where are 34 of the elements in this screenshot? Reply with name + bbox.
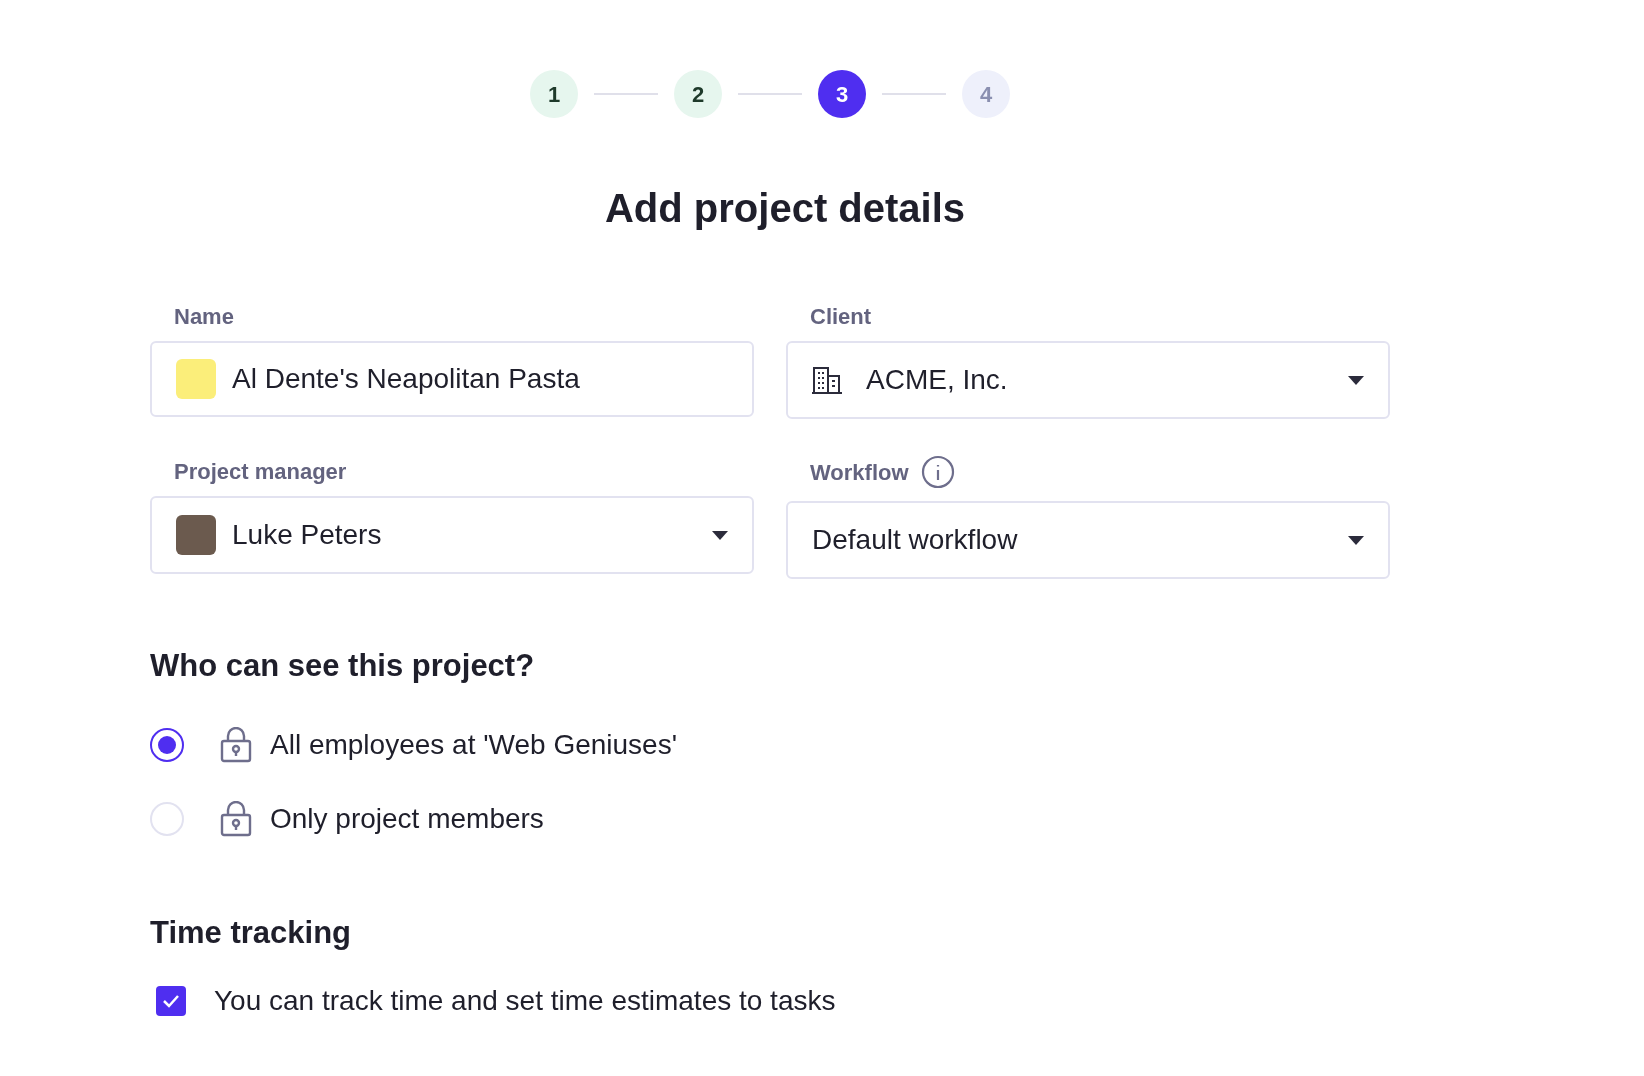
padlock-icon — [220, 800, 252, 837]
field-label: Workflow — [810, 458, 909, 487]
color-swatch[interactable] — [176, 359, 216, 399]
step-indicator: 2 — [674, 70, 722, 118]
checkbox[interactable] — [156, 986, 186, 1016]
dropdown-field[interactable]: Default workflow — [786, 501, 1390, 579]
checkmark-icon — [162, 994, 180, 1008]
info-icon — [920, 455, 955, 489]
field-label: Client — [810, 303, 872, 331]
field-value: Default workflow — [812, 523, 1018, 557]
padlock-icon — [220, 726, 252, 763]
field-value: Luke Peters — [232, 518, 382, 552]
building-icon — [812, 366, 842, 394]
radio-label: All employees at 'Web Geniuses' — [270, 727, 678, 762]
step-indicator: 3 — [818, 70, 866, 118]
field-value: ACME, Inc. — [866, 363, 1008, 397]
radio-label: Only project members — [270, 801, 544, 836]
checkbox-label: You can track time and set time estimates to tasks — [214, 984, 836, 1018]
caret-icon — [1348, 375, 1364, 385]
field-value: Al Dente's Neapolitan Pasta — [232, 362, 580, 396]
field-label: Project manager — [174, 458, 347, 486]
radio-button[interactable] — [150, 727, 184, 762]
caret-icon — [1348, 535, 1364, 545]
dropdown-field[interactable]: ACME, Inc. — [786, 341, 1390, 419]
field-label: Name — [174, 303, 234, 331]
name-input-field[interactable]: Al Dente's Neapolitan Pasta — [150, 341, 754, 417]
section-heading: Who can see this project? — [150, 647, 536, 685]
step-indicator: 4 — [962, 70, 1010, 118]
section-heading: Time tracking — [150, 913, 352, 952]
dropdown-field[interactable]: Luke Peters — [150, 496, 754, 574]
avatar-placeholder — [176, 515, 216, 555]
caret-icon — [712, 530, 728, 540]
page-title: Add project details — [603, 185, 967, 232]
step-indicator: 1 — [530, 70, 578, 118]
